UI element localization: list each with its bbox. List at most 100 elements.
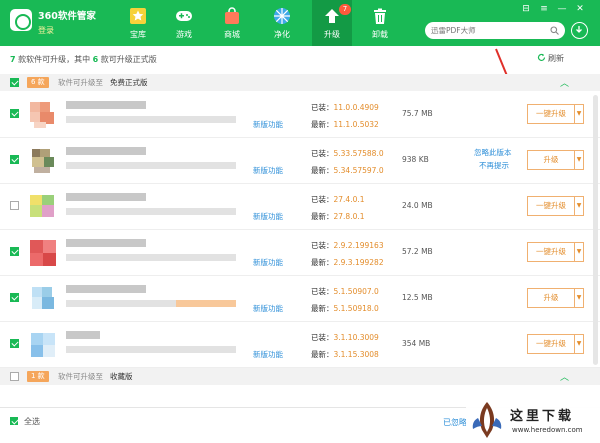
tab-treasury[interactable]: 宝库 bbox=[118, 0, 158, 46]
tab-games[interactable]: 游戏 bbox=[164, 0, 204, 46]
upgrade-split-button: 一键升级 ▼ bbox=[527, 104, 584, 124]
chevron-down-icon[interactable]: ▼ bbox=[574, 335, 583, 353]
table-row: 新版功能 已装：27.4.0.1 最新：27.8.0.1 24.0 MB 一键升… bbox=[0, 184, 600, 230]
file-size: 75.7 MB bbox=[402, 109, 433, 118]
latest-version: 最新：3.1.15.3008 bbox=[311, 350, 379, 359]
chevron-down-icon[interactable]: ▼ bbox=[574, 289, 583, 307]
official-count: 6 bbox=[92, 55, 99, 64]
upgrade-count-badge: 7 bbox=[339, 4, 351, 15]
row-checkbox[interactable] bbox=[10, 247, 19, 256]
skin-button[interactable]: ⊟ bbox=[520, 3, 532, 15]
app-logo-icon bbox=[10, 9, 32, 31]
one-click-upgrade-button[interactable]: 一键升级 bbox=[528, 105, 574, 123]
row-checkbox[interactable] bbox=[10, 109, 19, 118]
one-click-upgrade-button[interactable]: 一键升级 bbox=[528, 197, 574, 215]
app-name-blurred bbox=[66, 101, 146, 109]
chevron-down-icon[interactable]: ▼ bbox=[574, 151, 583, 169]
app-name-blurred bbox=[66, 193, 146, 201]
upgrade-button[interactable]: 升级 bbox=[528, 289, 574, 307]
table-row: 新版功能 已装：3.1.10.3009 最新：3.1.15.3008 354 M… bbox=[0, 322, 600, 368]
watermark-url: www.heredown.com bbox=[512, 426, 583, 434]
one-click-upgrade-button[interactable]: 一键升级 bbox=[528, 335, 574, 353]
tab-label: 宝库 bbox=[130, 30, 146, 39]
tab-label: 游戏 bbox=[176, 30, 192, 39]
login-link[interactable]: 登录 bbox=[38, 25, 54, 36]
group-checkbox[interactable] bbox=[10, 78, 19, 87]
installed-version: 已装：2.9.2.199163 bbox=[311, 241, 384, 250]
summary-text: 款可升级正式版 bbox=[100, 55, 157, 64]
upgrade-summary: 7 款软件可升级，其中 6 款可升级正式版 bbox=[10, 54, 157, 65]
one-click-upgrade-button[interactable]: 一键升级 bbox=[528, 243, 574, 261]
group-checkbox[interactable] bbox=[10, 372, 19, 381]
refresh-button[interactable]: 刷新 bbox=[548, 53, 564, 64]
select-all-label[interactable]: 全选 bbox=[24, 416, 40, 427]
watermark: 这里下载 www.heredown.com bbox=[466, 397, 600, 443]
upgrade-button[interactable]: 升级 bbox=[528, 151, 574, 169]
search-icon[interactable] bbox=[550, 26, 559, 35]
tab-purify[interactable]: 净化 bbox=[262, 0, 302, 46]
row-checkbox[interactable] bbox=[10, 201, 19, 210]
new-features-link[interactable]: 新版功能 bbox=[253, 119, 283, 130]
file-size: 938 KB bbox=[402, 155, 429, 164]
app-icon bbox=[30, 102, 54, 128]
tab-uninstall[interactable]: 卸载 bbox=[360, 0, 400, 46]
upgrade-split-button: 一键升级 ▼ bbox=[527, 196, 584, 216]
app-desc-blurred bbox=[66, 346, 236, 353]
search-input[interactable] bbox=[431, 24, 541, 37]
upgrade-total-count: 7 bbox=[10, 55, 16, 64]
collapse-chevron-icon[interactable]: ︿ bbox=[560, 76, 569, 89]
tab-label: 升级 bbox=[324, 30, 340, 39]
row-checkbox[interactable] bbox=[10, 339, 19, 348]
app-desc-blurred bbox=[66, 162, 236, 169]
latest-version: 最新：5.1.50918.0 bbox=[311, 304, 379, 313]
app-icon bbox=[30, 240, 56, 266]
tab-label: 卸载 bbox=[372, 30, 388, 39]
no-remind-link[interactable]: 不再提示 bbox=[479, 160, 509, 171]
ignored-link[interactable]: 已忽略 bbox=[443, 417, 467, 428]
group-desc: 软件可升级至 bbox=[58, 78, 103, 87]
chevron-down-icon[interactable]: ▼ bbox=[574, 243, 583, 261]
scrollbar[interactable] bbox=[593, 95, 598, 365]
new-features-link[interactable]: 新版功能 bbox=[253, 349, 283, 360]
app-desc-blurred bbox=[66, 208, 236, 215]
minimize-button[interactable]: — bbox=[556, 3, 568, 15]
app-desc-blurred bbox=[66, 254, 236, 261]
chevron-down-icon[interactable]: ▼ bbox=[574, 197, 583, 215]
row-checkbox[interactable] bbox=[10, 293, 19, 302]
menu-button[interactable]: ≡ bbox=[538, 3, 550, 15]
refresh-icon[interactable] bbox=[537, 53, 546, 62]
group-desc: 软件可升级至 bbox=[58, 372, 103, 381]
group-header-official: 6 款 软件可升级至 免费正式版 ︿ bbox=[0, 74, 600, 91]
title-bar: 360软件管家 登录 宝库 游戏 商城 净化 7 升级 卸载 ⊟ ≡ — ✕ bbox=[0, 0, 600, 46]
star-icon bbox=[130, 8, 146, 24]
chevron-down-icon[interactable]: ▼ bbox=[574, 105, 583, 123]
search-box bbox=[425, 22, 565, 39]
group-target: 收藏版 bbox=[110, 372, 133, 381]
group-count-badge: 6 款 bbox=[27, 77, 49, 88]
tab-store[interactable]: 商城 bbox=[212, 0, 252, 46]
collapse-chevron-icon[interactable]: ︿ bbox=[560, 370, 569, 383]
table-row: 新版功能 已装：2.9.2.199163 最新：2.9.3.199282 57.… bbox=[0, 230, 600, 276]
ignore-version-link[interactable]: 忽略此版本 bbox=[474, 147, 512, 158]
tab-upgrade[interactable]: 7 升级 bbox=[312, 0, 352, 46]
app-icon bbox=[31, 333, 55, 357]
file-size: 24.0 MB bbox=[402, 201, 433, 210]
installed-version: 已装：27.4.0.1 bbox=[311, 195, 365, 204]
table-row: 新版功能 已装：11.0.0.4909 最新：11.1.0.5032 75.7 … bbox=[0, 92, 600, 138]
new-features-link[interactable]: 新版功能 bbox=[253, 211, 283, 222]
app-name-blurred bbox=[66, 331, 100, 339]
app-name-blurred bbox=[66, 147, 146, 155]
new-features-link[interactable]: 新版功能 bbox=[253, 165, 283, 176]
table-row: 新版功能 已装：5.33.57588.0 最新：5.34.57597.0 938… bbox=[0, 138, 600, 184]
select-all-checkbox[interactable] bbox=[10, 417, 18, 425]
app-icon bbox=[32, 149, 54, 173]
group-header-collection: 1 款 软件可升级至 收藏版 ︿ bbox=[0, 368, 600, 385]
group-target: 免费正式版 bbox=[110, 78, 148, 87]
row-checkbox[interactable] bbox=[10, 155, 19, 164]
latest-version: 最新：5.34.57597.0 bbox=[311, 166, 384, 175]
upgrade-split-button: 升级 ▼ bbox=[527, 150, 584, 170]
new-features-link[interactable]: 新版功能 bbox=[253, 303, 283, 314]
download-manager-icon[interactable] bbox=[571, 22, 588, 39]
new-features-link[interactable]: 新版功能 bbox=[253, 257, 283, 268]
close-button[interactable]: ✕ bbox=[574, 3, 586, 15]
